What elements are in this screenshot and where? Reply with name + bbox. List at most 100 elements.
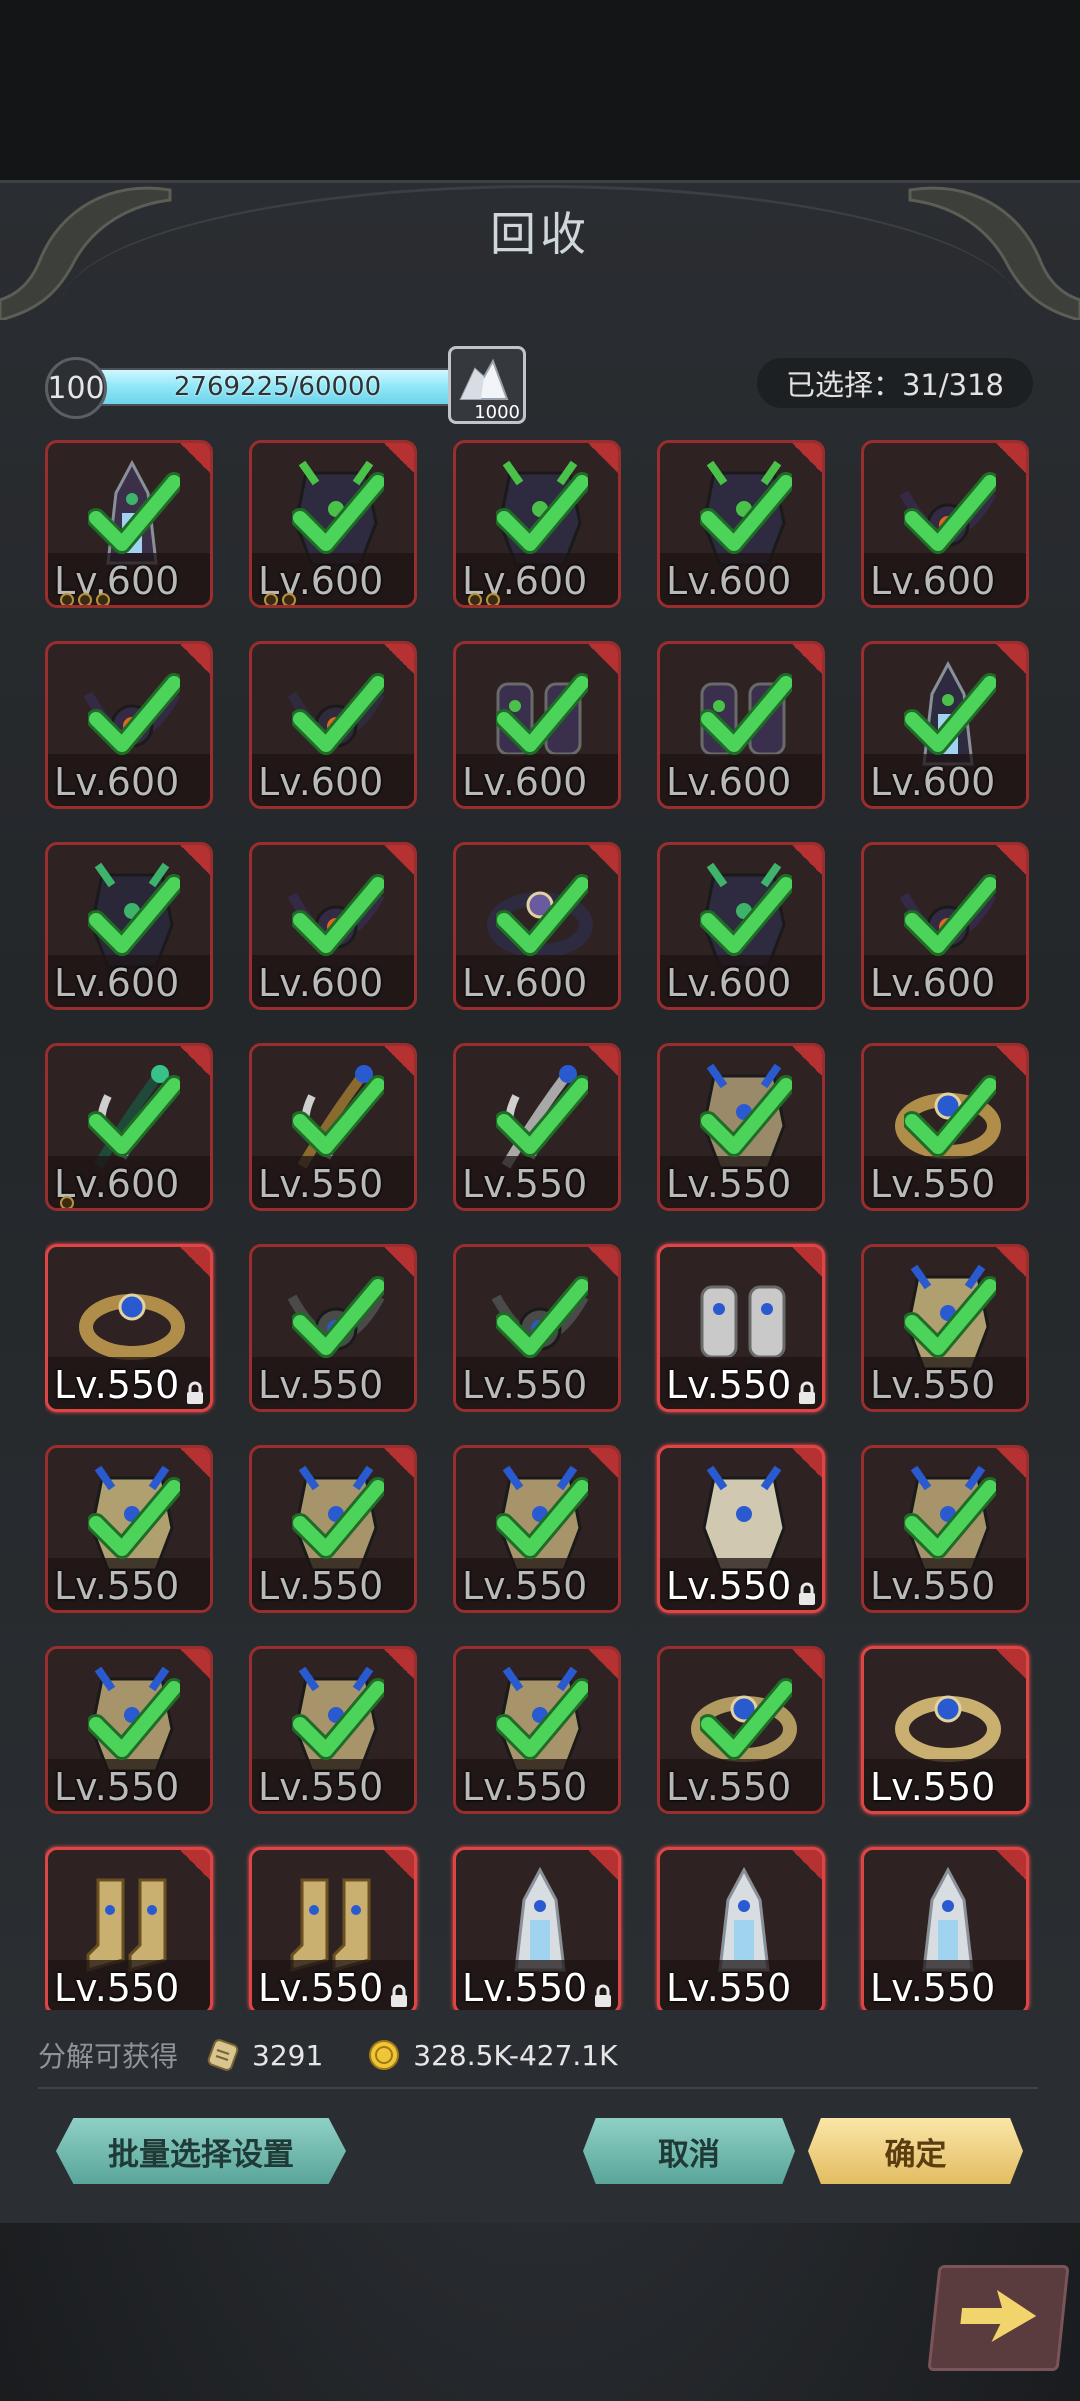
equipment-item[interactable]: Lv.600	[861, 842, 1029, 1010]
checkmark-icon	[88, 1477, 180, 1559]
confirm-button[interactable]: 确定	[808, 2118, 1023, 2184]
equipment-item[interactable]: Lv.550	[45, 1244, 213, 1412]
item-level: Lv.550	[870, 1564, 996, 1608]
equipment-item[interactable]: Lv.600	[657, 440, 825, 608]
lock-icon	[595, 1984, 611, 2007]
checkmark-icon	[292, 1276, 384, 1358]
equipment-item[interactable]: Lv.600	[657, 641, 825, 809]
equipment-item[interactable]: Lv.550	[657, 1244, 825, 1412]
batch-select-settings-button[interactable]: 批量选择设置	[56, 2118, 346, 2184]
item-level: Lv.600	[258, 961, 384, 1005]
equipment-item[interactable]: Lv.600	[249, 842, 417, 1010]
equipment-item[interactable]: Lv.550	[45, 1847, 213, 2010]
checkmark-icon	[496, 874, 588, 956]
cancel-button[interactable]: 取消	[583, 2118, 795, 2184]
checkmark-icon	[700, 673, 792, 755]
equipment-item[interactable]: Lv.600	[657, 842, 825, 1010]
socket-dot-icon	[60, 593, 74, 605]
equipment-item[interactable]: Lv.550	[45, 1445, 213, 1613]
item-level: Lv.550	[258, 1162, 384, 1206]
item-socket-dots	[264, 593, 296, 605]
item-level: Lv.550	[870, 1363, 996, 1407]
crystal-reward[interactable]: 1000	[448, 346, 526, 424]
equipment-item[interactable]: Lv.550	[249, 1244, 417, 1412]
item-level: Lv.600	[258, 760, 384, 804]
equipment-item[interactable]: Lv.550	[453, 1043, 621, 1211]
item-level: Lv.600	[54, 760, 180, 804]
checkmark-icon	[904, 472, 996, 554]
equipment-item[interactable]: Lv.600	[861, 440, 1029, 608]
equipment-item[interactable]: Lv.600	[861, 641, 1029, 809]
equipment-item[interactable]: Lv.550	[861, 1244, 1029, 1412]
equipment-item[interactable]: Lv.600	[453, 440, 621, 608]
equipment-item[interactable]: Lv.600	[453, 842, 621, 1010]
equipment-item[interactable]: Lv.550	[249, 1043, 417, 1211]
socket-dot-icon	[468, 593, 482, 605]
checkmark-icon	[700, 874, 792, 956]
checkmark-icon	[904, 1276, 996, 1358]
equipment-item[interactable]: Lv.550	[45, 1646, 213, 1814]
item-socket-dots	[60, 593, 110, 605]
item-level: Lv.550	[54, 1765, 180, 1809]
equipment-item[interactable]: Lv.550	[657, 1043, 825, 1211]
checkmark-icon	[88, 1678, 180, 1760]
equipment-item[interactable]: Lv.550	[861, 1646, 1029, 1814]
equipment-item[interactable]: Lv.550	[249, 1646, 417, 1814]
equipment-item[interactable]: Lv.550	[657, 1646, 825, 1814]
top-black-bar	[0, 0, 1080, 180]
equipment-item[interactable]: Lv.550	[249, 1445, 417, 1613]
item-level: Lv.550	[870, 1162, 996, 1206]
gold-coin-icon	[369, 2040, 400, 2070]
equipment-item[interactable]: Lv.600	[249, 641, 417, 809]
page-title: 回收	[490, 207, 590, 261]
equipment-item[interactable]: Lv.550	[453, 1646, 621, 1814]
equipment-item[interactable]: Lv.550	[861, 1847, 1029, 2010]
item-level: Lv.600	[666, 961, 792, 1005]
checkmark-icon	[904, 1477, 996, 1559]
item-level: Lv.550	[870, 1765, 996, 1809]
equipment-item[interactable]: Lv.550	[657, 1445, 825, 1613]
checkmark-icon	[904, 673, 996, 755]
checkmark-icon	[496, 1678, 588, 1760]
item-level: Lv.550	[54, 1363, 180, 1407]
decompose-label: 分解可获得	[38, 2040, 179, 2073]
item-level: Lv.550	[258, 1966, 384, 2010]
equipment-item[interactable]: Lv.600	[249, 440, 417, 608]
equipment-item[interactable]: Lv.550	[657, 1847, 825, 2010]
next-arrow-button[interactable]	[927, 2265, 1070, 2371]
item-level: Lv.550	[258, 1765, 384, 1809]
checkmark-icon	[292, 1075, 384, 1157]
selected-count: 已选择：31/318	[757, 358, 1033, 408]
checkmark-icon	[904, 874, 996, 956]
equipment-item[interactable]: Lv.600	[45, 641, 213, 809]
equipment-item[interactable]: Lv.600	[45, 1043, 213, 1211]
item-level: Lv.600	[666, 559, 792, 603]
equipment-grid: Lv.600 Lv.600 Lv.600 Lv.600 Lv.600 Lv.60…	[45, 440, 1045, 2010]
gold-reward-value: 328.5K-427.1K	[413, 2038, 618, 2072]
item-socket-dots	[60, 1196, 74, 1208]
equipment-item[interactable]: Lv.550	[453, 1445, 621, 1613]
item-level: Lv.600	[870, 961, 996, 1005]
checkmark-icon	[88, 472, 180, 554]
item-level: Lv.600	[870, 760, 996, 804]
item-level: Lv.550	[258, 1363, 384, 1407]
equipment-item[interactable]: Lv.550	[453, 1847, 621, 2010]
lock-icon	[391, 1984, 407, 2007]
equipment-item[interactable]: Lv.550	[249, 1847, 417, 2010]
item-level: Lv.600	[462, 760, 588, 804]
item-level: Lv.550	[54, 1564, 180, 1608]
scroll-reward-value: 3291	[252, 2038, 324, 2072]
equipment-item[interactable]: Lv.600	[45, 440, 213, 608]
equipment-item[interactable]: Lv.600	[453, 641, 621, 809]
equipment-item[interactable]: Lv.550	[861, 1043, 1029, 1211]
scroll-icon	[207, 2039, 239, 2071]
equipment-item[interactable]: Lv.550	[453, 1244, 621, 1412]
equipment-item[interactable]: Lv.600	[45, 842, 213, 1010]
item-level: Lv.600	[462, 961, 588, 1005]
equipment-item[interactable]: Lv.550	[861, 1445, 1029, 1613]
checkmark-icon	[88, 1075, 180, 1157]
socket-dot-icon	[264, 593, 278, 605]
item-level: Lv.550	[666, 1765, 792, 1809]
lock-icon	[187, 1381, 203, 1404]
checkmark-icon	[88, 673, 180, 755]
